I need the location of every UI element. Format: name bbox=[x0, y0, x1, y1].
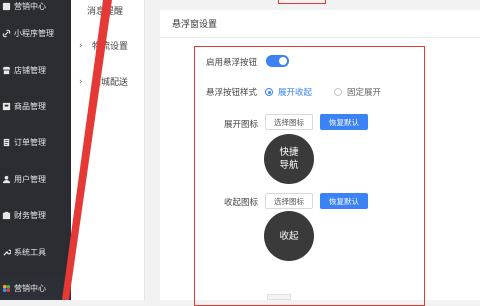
expand-bubble-preview: 快捷 导航 bbox=[264, 134, 314, 184]
sidebar-item-label: 订单管理 bbox=[14, 137, 46, 147]
sidebar-item-user[interactable]: 用户管理 bbox=[0, 167, 71, 191]
bubble-text: 收起 bbox=[279, 230, 299, 242]
float-button-style-label: 悬浮按钮样式 bbox=[206, 88, 258, 98]
chevron-right-icon: › bbox=[79, 40, 83, 51]
sidebar-item-label: 小程序管理 bbox=[14, 28, 54, 38]
sidebar-item-tools[interactable]: 系统工具 bbox=[0, 240, 71, 264]
sidebar-item-label: 营销中心 bbox=[14, 283, 46, 293]
restore-default-expand-button[interactable]: 恢复默认 bbox=[320, 114, 368, 130]
sub-item-label: 同城配送 bbox=[92, 78, 129, 88]
floating-window-settings-panel: 悬浮窗设置 bbox=[160, 10, 480, 300]
sidebar-item-product[interactable]: 商品管理 bbox=[0, 94, 71, 118]
user-icon bbox=[2, 175, 11, 184]
radio-dot bbox=[334, 88, 342, 96]
radio-dot bbox=[265, 88, 273, 96]
sub-item-logistics[interactable]: › 物流设置 bbox=[79, 39, 129, 53]
bubble-line-1: 快捷 bbox=[279, 147, 299, 158]
sidebar-item-finance[interactable]: 财务管理 bbox=[0, 203, 71, 227]
sub-item-message[interactable]: 消息提醒 bbox=[87, 4, 123, 17]
sidebar-item-order[interactable]: 订单管理 bbox=[0, 130, 71, 154]
expand-icon-label: 展开图标 bbox=[224, 120, 259, 130]
sub-item-label: 物流设置 bbox=[92, 42, 129, 52]
style-radio-fixed-expand[interactable]: 固定展开 bbox=[334, 86, 381, 98]
sidebar-item-label: 财务管理 bbox=[14, 210, 46, 220]
choose-collapse-icon-button[interactable]: 选择图标 bbox=[265, 193, 313, 209]
sidebar-item-miniprogram[interactable]: 小程序管理 bbox=[0, 21, 71, 45]
sidebar-item-label: 商品管理 bbox=[14, 101, 46, 111]
style-radio-expand-collapse[interactable]: 展开收起 bbox=[265, 86, 312, 98]
bubble-line-2: 导航 bbox=[279, 160, 299, 171]
sub-sidebar: 消息提醒 › 物流设置 › 同城配送 bbox=[71, 0, 145, 300]
restore-default-collapse-button[interactable]: 恢复默认 bbox=[320, 193, 368, 209]
enable-float-button-label: 启用悬浮按钮 bbox=[206, 58, 258, 68]
sidebar-item-top[interactable]: 营销中心 bbox=[0, 0, 71, 18]
choose-expand-icon-button[interactable]: 选择图标 bbox=[265, 114, 313, 130]
finance-icon bbox=[2, 211, 11, 220]
order-icon bbox=[2, 138, 11, 147]
dashboard-icon bbox=[2, 2, 11, 11]
link-icon bbox=[2, 29, 11, 38]
next-row-control bbox=[267, 294, 291, 300]
panel-title: 悬浮窗设置 bbox=[172, 20, 218, 30]
marketing-icon bbox=[2, 284, 11, 293]
divider bbox=[160, 37, 480, 38]
sidebar-item-label: 系统工具 bbox=[14, 247, 46, 257]
enable-float-button-toggle[interactable] bbox=[266, 55, 289, 67]
annotation-top-marker bbox=[278, 0, 326, 4]
main-sidebar: 营销中心 小程序管理 店铺管理 商品管理 订单管理 用户管理 财务管理 系统工具… bbox=[0, 0, 71, 300]
radio-label: 固定展开 bbox=[347, 88, 382, 98]
sub-item-label: 消息提醒 bbox=[87, 7, 124, 17]
sub-item-local-delivery[interactable]: › 同城配送 bbox=[79, 75, 129, 89]
sidebar-item-label: 用户管理 bbox=[14, 174, 46, 184]
wrench-icon bbox=[2, 248, 11, 257]
radio-label: 展开收起 bbox=[278, 88, 313, 98]
sidebar-item-label: 店铺管理 bbox=[14, 65, 46, 75]
sidebar-item-store[interactable]: 店铺管理 bbox=[0, 58, 71, 82]
collapse-bubble-preview: 收起 bbox=[264, 211, 314, 261]
product-icon bbox=[2, 102, 11, 111]
chevron-right-icon: › bbox=[79, 76, 83, 87]
sidebar-item-marketing[interactable]: 营销中心 bbox=[0, 276, 71, 300]
toggle-knob bbox=[279, 57, 287, 65]
store-icon bbox=[2, 66, 11, 75]
sidebar-item-label: 营销中心 bbox=[14, 1, 46, 11]
collapse-icon-label: 收起图标 bbox=[224, 198, 259, 208]
